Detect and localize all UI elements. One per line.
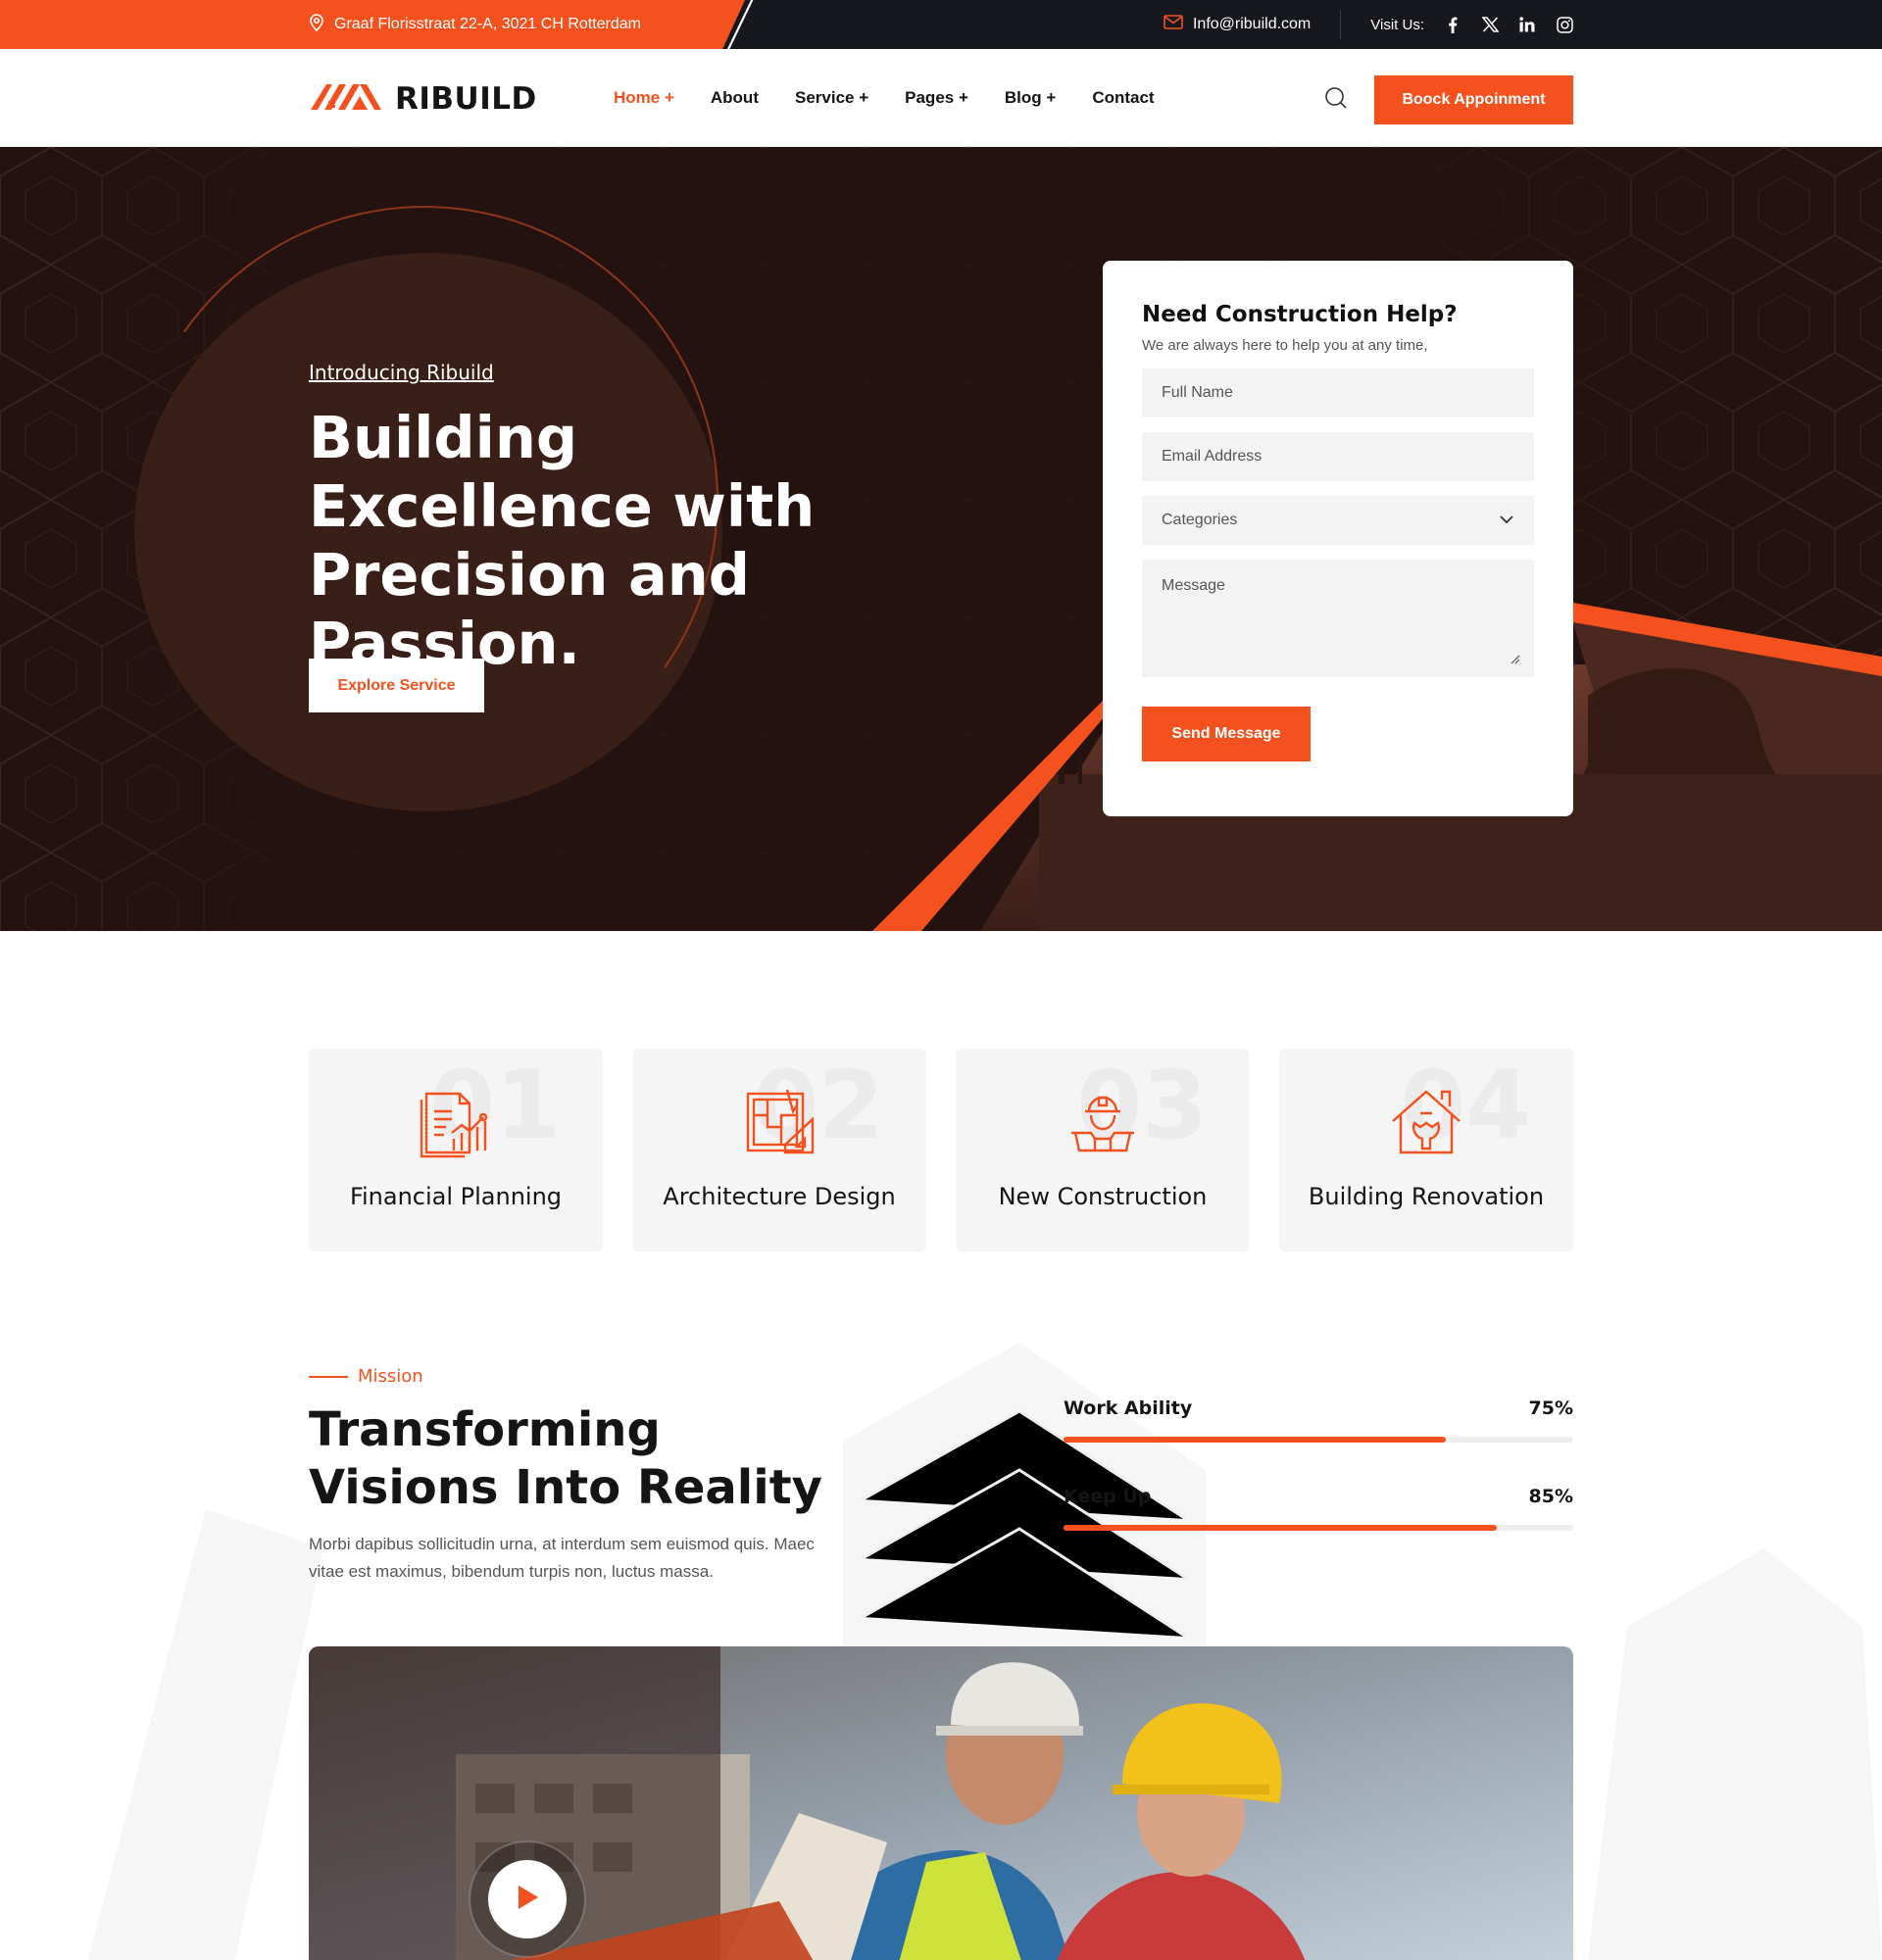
facebook-icon[interactable] [1444, 16, 1461, 33]
hero-title: Building Excellence with Precision and P… [309, 404, 816, 677]
message-textarea[interactable]: Message [1142, 560, 1534, 677]
brand-logo[interactable]: RIBUILD [309, 80, 537, 117]
mission-description: Morbi dapibus sollicitudin urna, at inte… [309, 1535, 815, 1581]
book-appointment-button[interactable]: Boock Appoinment [1374, 75, 1573, 124]
house-repair-icon [1389, 1086, 1463, 1160]
explore-service-button[interactable]: Explore Service [309, 659, 484, 712]
skill-value: 85% [1528, 1486, 1573, 1507]
search-icon[interactable] [1323, 85, 1349, 111]
nav-service[interactable]: Service + [795, 88, 868, 108]
nav-home[interactable]: Home + [614, 88, 674, 108]
topbar-address: Graaf Florisstraat 22-A, 3021 CH Rotterd… [309, 0, 641, 49]
site-header: RIBUILD Home + About Service + Pages + B… [0, 49, 1882, 147]
service-title: Architecture Design [663, 1183, 896, 1210]
service-card-renovation[interactable]: 04 Building Renovation [1279, 1049, 1573, 1251]
progress-fill [1064, 1437, 1446, 1443]
play-button[interactable] [488, 1860, 567, 1938]
progress-fill [1064, 1525, 1497, 1531]
email-field[interactable]: Email Address [1142, 432, 1534, 481]
service-card-architecture[interactable]: 02 Architecture Design [632, 1049, 926, 1251]
service-title: Building Renovation [1308, 1183, 1545, 1210]
mission-title: Transforming Visions Into Reality [309, 1402, 822, 1515]
blueprint-icon [742, 1086, 817, 1160]
form-subtitle: We are always here to help you at any ti… [1142, 337, 1428, 354]
video-thumbnail[interactable] [309, 1646, 1573, 1960]
message-placeholder: Message [1162, 577, 1225, 594]
main-nav: Home + About Service + Pages + Blog + Co… [614, 49, 1155, 147]
nav-about[interactable]: About [711, 88, 759, 108]
categories-value: Categories [1162, 512, 1238, 528]
financial-report-icon [419, 1086, 493, 1160]
service-title: New Construction [998, 1183, 1208, 1210]
social-links [1444, 16, 1573, 33]
services-section: 01 Financial Planning 02 Architecture De… [309, 1049, 1573, 1251]
location-pin-icon [309, 13, 324, 36]
hero-section: Introducing Ribuild Building Excellence … [0, 147, 1882, 931]
chevron-down-icon [1499, 512, 1514, 529]
hero-intro-link[interactable]: Introducing Ribuild [309, 361, 494, 384]
skill-header: Work Ability 75% [1064, 1397, 1573, 1419]
mission-tag: Mission [309, 1366, 423, 1387]
resize-handle-icon[interactable] [1509, 652, 1520, 664]
address-text: Graaf Florisstraat 22-A, 3021 CH Rotterd… [334, 16, 642, 32]
linkedin-icon[interactable] [1518, 16, 1536, 33]
worker-icon [1065, 1086, 1140, 1160]
top-bar: Graaf Florisstraat 22-A, 3021 CH Rotterd… [0, 0, 1882, 49]
service-title: Financial Planning [349, 1183, 563, 1210]
email-text: Info@ribuild.com [1192, 16, 1312, 32]
topbar-contact: Info@ribuild.com Visit Us: [1164, 0, 1573, 49]
mail-icon [1164, 15, 1183, 34]
tag-line [309, 1375, 348, 1378]
form-title: Need Construction Help? [1142, 302, 1458, 327]
send-message-button[interactable]: Send Message [1142, 707, 1311, 761]
instagram-icon[interactable] [1556, 16, 1573, 33]
skill-header: Keep Up 85% [1064, 1486, 1573, 1507]
progress-track [1064, 1437, 1573, 1443]
mission-tag-text: Mission [358, 1366, 423, 1387]
categories-select[interactable]: Categories [1142, 496, 1534, 545]
skill-label: Work Ability [1064, 1397, 1193, 1419]
service-card-construction[interactable]: 03 New Construction [956, 1049, 1250, 1251]
visit-us-label: Visit Us: [1370, 16, 1424, 33]
roof-logo-icon [309, 80, 383, 117]
contact-form-card: Need Construction Help? We are always he… [1103, 261, 1573, 816]
skill-label: Keep Up [1064, 1486, 1152, 1507]
email-placeholder: Email Address [1162, 448, 1263, 465]
topbar-divider [1340, 10, 1342, 39]
service-card-financial[interactable]: 01 Financial Planning [309, 1049, 603, 1251]
x-icon[interactable] [1481, 16, 1499, 33]
brand-name: RIBUILD [395, 80, 537, 117]
nav-contact[interactable]: Contact [1092, 88, 1154, 108]
skill-work-ability: Work Ability 75% [1064, 1397, 1573, 1443]
skill-value: 75% [1528, 1397, 1573, 1419]
nav-blog[interactable]: Blog + [1005, 88, 1056, 108]
progress-track [1064, 1525, 1573, 1531]
email-link[interactable]: Info@ribuild.com [1164, 15, 1311, 34]
play-icon [515, 1884, 540, 1916]
skill-keep-up: Keep Up 85% [1064, 1486, 1573, 1531]
nav-pages[interactable]: Pages + [905, 88, 968, 108]
full-name-placeholder: Full Name [1162, 384, 1233, 401]
full-name-field[interactable]: Full Name [1142, 368, 1534, 417]
